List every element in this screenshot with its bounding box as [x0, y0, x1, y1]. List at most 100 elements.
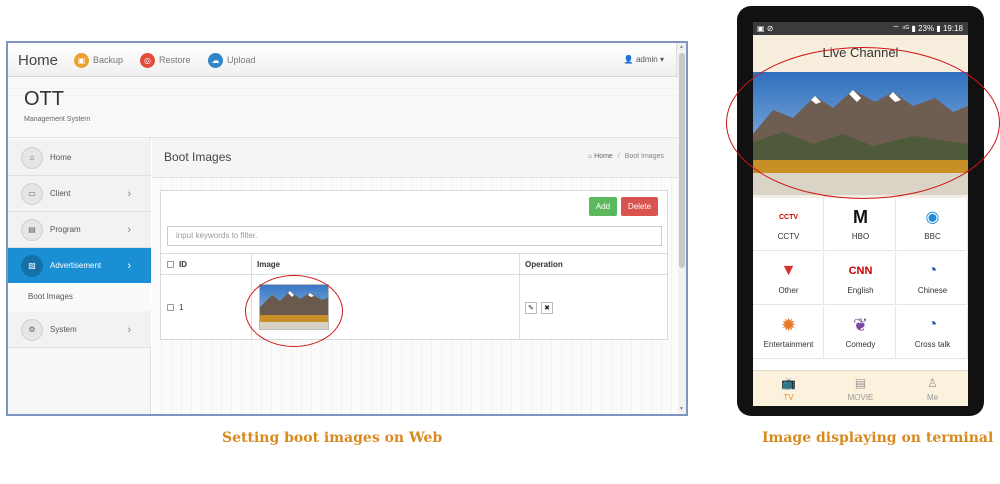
status-indicators: ⌔ ⁴ᴳ ▮ 23% ▮ 19:18 [892, 24, 963, 33]
phone-device: ▣ ⊘ ⌔ ⁴ᴳ ▮ 23% ▮ 19:18 Live Channel CCTV… [737, 6, 984, 416]
tab-tv[interactable]: 📺 TV [753, 371, 824, 406]
person-icon: ♙ [927, 376, 938, 390]
tv-icon: 📺 [781, 376, 796, 390]
channel-tile-chinese[interactable]: ◔ Chinese [897, 252, 968, 305]
channel-label: CCTV [777, 232, 800, 241]
chevron-down-icon: ▾ [659, 55, 664, 64]
channel-tile-cross-talk[interactable]: ◔ Cross talk [897, 306, 968, 359]
channel-label: BBC [924, 232, 941, 241]
channel-tile-comedy[interactable]: ❦ Comedy [825, 306, 896, 359]
entertainment-logo-icon: ✹ [780, 314, 797, 335]
restore-icon: ◎ [140, 52, 155, 68]
sidebar-item-home[interactable]: ⌂ Home [8, 140, 151, 176]
channel-grid: CCTV CCTV M HBO ◉ BBC ▼ Other CNN Englis… [753, 198, 968, 370]
chevron-right-icon: › [127, 259, 131, 272]
cnn-logo-icon: CNN [848, 265, 873, 277]
top-navbar: Home ▣ Backup ◎ Restore ☁ Upload 👤 admin… [8, 43, 678, 77]
cloud-upload-icon: ☁ [208, 52, 223, 68]
page-title: Boot Images [164, 150, 232, 164]
sidebar-item-system[interactable]: ⚙ System › [8, 312, 151, 348]
mountain-landscape-image [753, 72, 968, 195]
phone-screen: ▣ ⊘ ⌔ ⁴ᴳ ▮ 23% ▮ 19:18 Live Channel CCTV… [753, 22, 968, 406]
chinese-logo-icon: ◔ [927, 262, 938, 279]
sidebar-subitem-boot-images[interactable]: Boot Images [8, 283, 151, 311]
column-header-id: ID [179, 260, 187, 269]
sidebar-item-program[interactable]: ▤ Program › [8, 212, 151, 248]
channel-tile-entertainment[interactable]: ✹ Entertainment [753, 306, 824, 359]
bbc-logo-icon: ◉ [925, 209, 940, 226]
tab-movie[interactable]: ▤ MOVIE [825, 371, 896, 406]
user-name: admin [635, 55, 658, 64]
picture-icon: ▨ [21, 254, 43, 277]
restore-button[interactable]: ◎ Restore [140, 51, 191, 69]
terminal-caption: Image displaying on terminal [762, 430, 994, 446]
breadcrumb-home-link[interactable]: Home [594, 153, 613, 160]
gear-icon: ⚙ [21, 318, 43, 341]
home-icon: ⌂ [21, 146, 43, 169]
row-checkbox[interactable] [167, 304, 174, 311]
backup-label: Backup [93, 55, 124, 65]
channel-tile-other[interactable]: ▼ Other [753, 252, 824, 305]
channel-tile-hbo[interactable]: M HBO [825, 198, 896, 251]
remove-button[interactable]: ✖ [541, 302, 553, 314]
tab-label: TV [783, 393, 794, 402]
boot-image-thumbnail [259, 284, 329, 330]
edit-button[interactable]: ✎ [525, 302, 537, 314]
status-bar: ▣ ⊘ ⌔ ⁴ᴳ ▮ 23% ▮ 19:18 [753, 22, 968, 35]
live-channel-title: Live Channel [822, 45, 899, 60]
live-channel-header: Live Channel [753, 35, 968, 73]
comedy-logo-icon: ❦ [852, 314, 869, 335]
channel-tile-bbc[interactable]: ◉ BBC [897, 198, 968, 251]
filter-input[interactable]: input keywords to filter. [167, 226, 662, 246]
column-header-operation: Operation [525, 260, 563, 269]
sidebar-item-label: Program [50, 225, 81, 234]
notification-icons: ▣ ⊘ [757, 24, 774, 33]
backup-button[interactable]: ▣ Backup [74, 51, 123, 69]
channel-tile-cctv[interactable]: CCTV CCTV [753, 198, 824, 251]
chevron-right-icon: › [127, 187, 131, 200]
tab-me[interactable]: ♙ Me [897, 371, 968, 406]
monitor-icon: ▭ [21, 182, 43, 205]
sidebar-item-label: Advertisement [50, 261, 102, 270]
sidebar-item-advertisement[interactable]: ▨ Advertisement › [8, 248, 151, 284]
web-caption: Setting boot images on Web [222, 430, 443, 446]
restore-label: Restore [159, 55, 191, 65]
channel-tile-english[interactable]: CNN English [825, 252, 896, 305]
upload-button[interactable]: ☁ Upload [208, 51, 256, 69]
scrollbar-thumb[interactable] [679, 53, 685, 268]
channel-label: HBO [851, 232, 870, 241]
film-icon: ▤ [21, 218, 43, 241]
channel-label: Chinese [917, 286, 948, 295]
upload-label: Upload [227, 55, 256, 65]
chevron-right-icon: › [127, 223, 131, 236]
home-icon: ⌂ [587, 153, 593, 160]
row-id: 1 [179, 303, 184, 312]
app-header: OTT Management System [8, 78, 678, 138]
chevron-right-icon: › [127, 323, 131, 336]
breadcrumb-current: Boot Images [624, 153, 664, 160]
backup-icon: ▣ [74, 52, 89, 68]
app-title: OTT [24, 88, 64, 110]
table-row: 1 ✎ ✖ [161, 275, 667, 339]
tab-label: Me [926, 393, 939, 402]
sidebar-item-client[interactable]: ▭ Client › [8, 176, 151, 212]
scroll-down-icon[interactable]: ▼ [679, 406, 684, 412]
channel-label: Entertainment [763, 340, 814, 349]
movie-icon: ▤ [854, 376, 867, 390]
sidebar-item-label: Home [50, 153, 72, 162]
mountain-landscape-image [260, 285, 328, 329]
add-button[interactable]: Add [589, 197, 617, 216]
user-menu[interactable]: 👤 admin ▾ [624, 55, 664, 64]
cross-talk-logo-icon: ◔ [927, 316, 938, 333]
brand-home-link[interactable]: Home [18, 52, 58, 69]
user-icon: 👤 [623, 55, 634, 64]
composite-screenshot: Home ▣ Backup ◎ Restore ☁ Upload 👤 admin… [0, 0, 1000, 484]
scroll-up-icon[interactable]: ▲ [679, 44, 684, 50]
select-all-checkbox[interactable] [167, 261, 174, 268]
breadcrumb: ⌂ Home / Boot Images [588, 153, 664, 160]
channel-label: English [847, 286, 874, 295]
tab-label: MOVIE [847, 393, 874, 402]
delete-button[interactable]: Delete [621, 197, 658, 216]
cctv-logo-icon: CCTV [778, 213, 799, 221]
column-header-image: Image [257, 260, 281, 269]
